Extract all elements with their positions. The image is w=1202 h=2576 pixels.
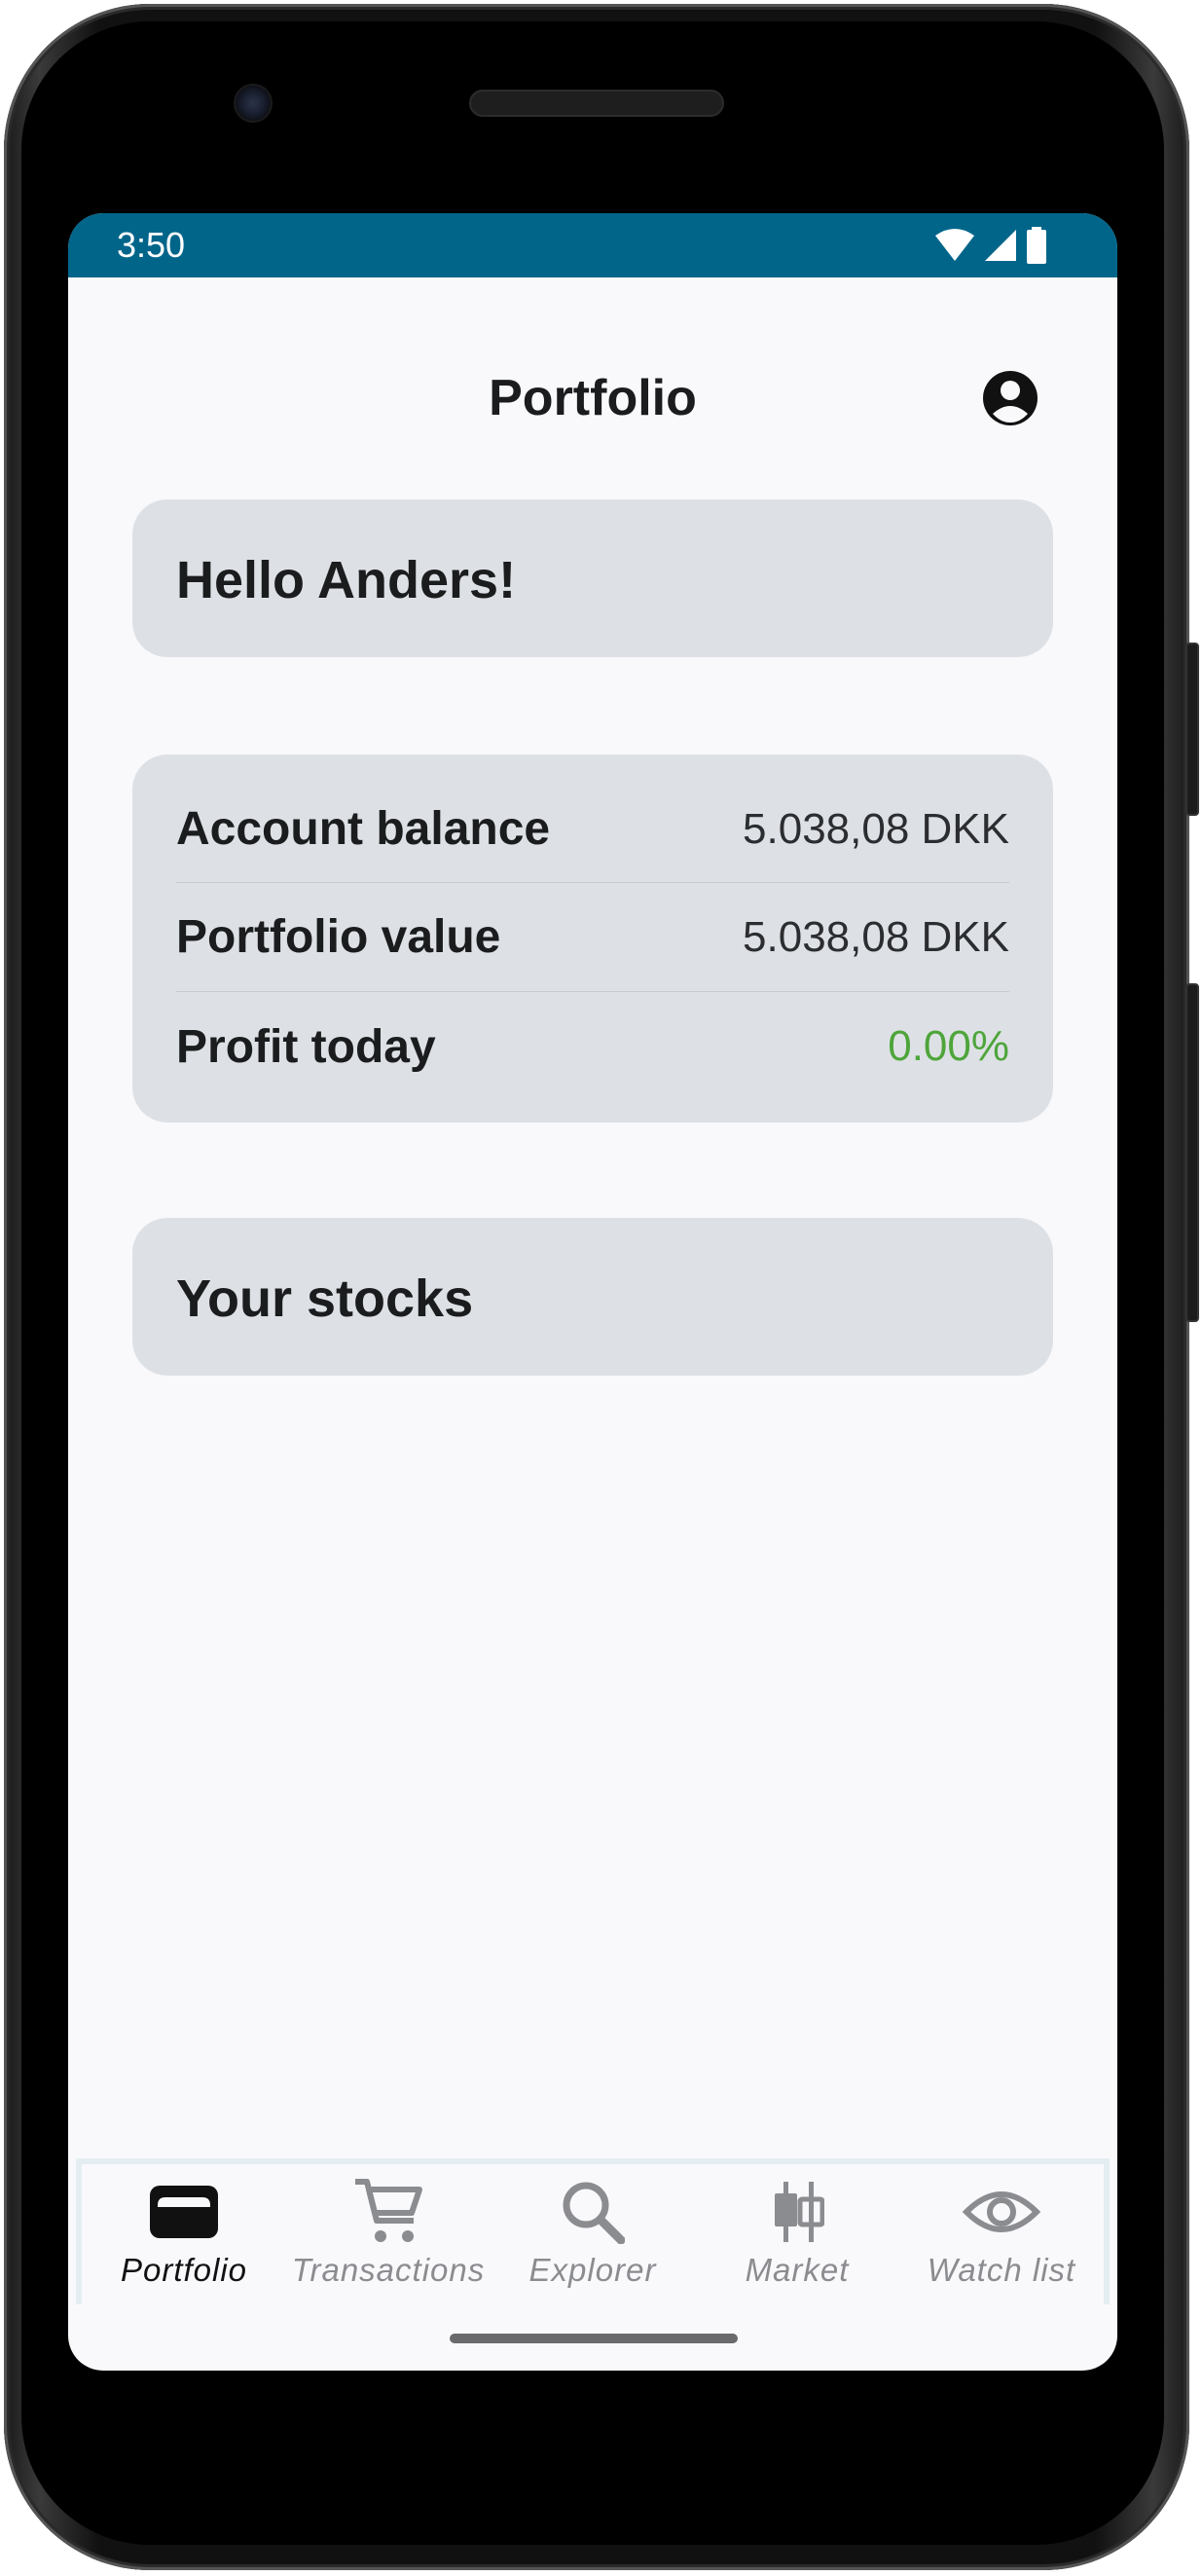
nav-label-explorer: Explorer xyxy=(528,2252,657,2288)
battery-icon xyxy=(1027,227,1046,264)
status-time: 3:50 xyxy=(117,225,186,265)
search-icon xyxy=(563,2182,625,2244)
app-screen: 3:50 Portfolio Hello Anders! Account bal… xyxy=(68,213,1117,2371)
profile-button[interactable] xyxy=(981,369,1039,427)
nav-label-transactions: Transactions xyxy=(291,2252,486,2288)
summary-row-profit-today: Profit today 0.00% xyxy=(176,992,1009,1101)
account-balance-value: 5.038,08 DKK xyxy=(743,804,1009,853)
cell-signal-icon xyxy=(985,230,1016,261)
account-circle-icon xyxy=(983,371,1038,425)
nav-label-market: Market xyxy=(745,2252,850,2288)
volume-button xyxy=(1185,983,1199,1322)
nav-item-watch-list[interactable]: Watch list xyxy=(899,2164,1104,2304)
nav-item-explorer[interactable]: Explorer xyxy=(491,2164,695,2304)
portfolio-value-value: 5.038,08 DKK xyxy=(743,912,1009,961)
nav-label-watch-list: Watch list xyxy=(927,2252,1076,2288)
eye-icon xyxy=(963,2191,1040,2232)
wifi-icon xyxy=(935,229,974,261)
summary-row-account-balance: Account balance 5.038,08 DKK xyxy=(176,754,1009,883)
your-stocks-heading: Your stocks xyxy=(176,1270,474,1328)
candlestick-icon xyxy=(775,2182,824,2242)
your-stocks-card[interactable]: Your stocks xyxy=(132,1218,1053,1376)
cart-icon xyxy=(355,2179,422,2242)
greeting-card: Hello Anders! xyxy=(132,499,1053,657)
status-bar: 3:50 xyxy=(68,213,1117,277)
account-summary-card: Account balance 5.038,08 DKK Portfolio v… xyxy=(132,754,1053,1122)
power-button xyxy=(1185,643,1199,816)
nav-item-market[interactable]: Market xyxy=(695,2164,899,2304)
summary-row-portfolio-value: Portfolio value 5.038,08 DKK xyxy=(176,883,1009,992)
portfolio-value-label: Portfolio value xyxy=(176,911,501,963)
profit-today-label: Profit today xyxy=(176,1020,436,1073)
nav-item-portfolio[interactable]: Portfolio xyxy=(82,2164,286,2304)
front-camera xyxy=(234,84,273,123)
nav-label-portfolio: Portfolio xyxy=(120,2252,248,2288)
earpiece-speaker xyxy=(469,90,724,117)
profit-today-value: 0.00% xyxy=(888,1022,1009,1070)
account-balance-label: Account balance xyxy=(176,803,551,855)
greeting-text: Hello Anders! xyxy=(176,551,517,609)
home-indicator[interactable] xyxy=(450,2334,738,2343)
wallet-icon xyxy=(150,2186,218,2238)
nav-item-transactions[interactable]: Transactions xyxy=(286,2164,491,2304)
bottom-navigation: Portfolio Transactions Explorer Market W… xyxy=(76,2158,1110,2304)
status-icons xyxy=(934,227,1047,264)
page-title: Portfolio xyxy=(489,370,697,426)
